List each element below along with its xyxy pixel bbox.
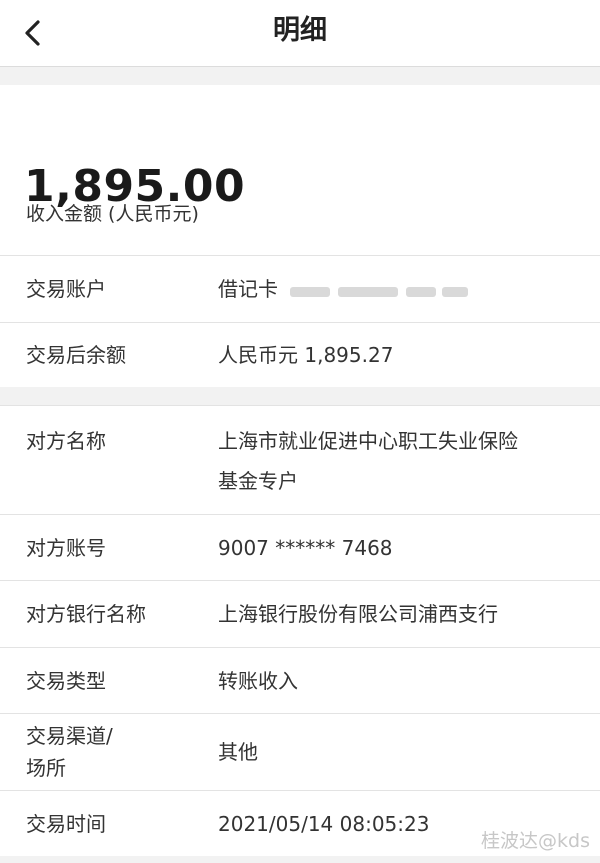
counterparty-section: 对方名称 上海市就业促进中心职工失业保险 基金专户 对方账号 9007 ****… — [0, 405, 600, 856]
row-label: 交易时间 — [26, 811, 106, 836]
row-label: 交易后余额 — [26, 343, 126, 367]
channel-label-line1: 交易渠道/ — [26, 724, 113, 748]
page-title: 明细 — [273, 15, 327, 46]
row-value: 其他 — [218, 740, 258, 764]
row-value: 转账收入 — [218, 668, 298, 693]
amount-card: 收入金额 (人民币元) 1,895.00 — [0, 85, 600, 255]
row-label: 交易类型 — [26, 668, 106, 693]
row-value: 上海市就业促进中心职工失业保险 基金专户 — [218, 421, 576, 501]
detail-row-balance: 交易后余额 人民币元 1,895.27 — [0, 322, 600, 387]
account-type: 借记卡 — [218, 277, 278, 301]
counterparty-name-line1: 上海市就业促进中心职工失业保险 — [218, 429, 518, 453]
nav-bar: 明细 — [0, 0, 600, 67]
row-label: 对方账号 — [26, 535, 106, 560]
row-value: 借记卡 — [218, 269, 576, 309]
row-label: 对方名称 — [26, 429, 106, 453]
amount-value: 1,895.00 — [24, 161, 246, 212]
detail-row-counterparty-bank: 对方银行名称 上海银行股份有限公司浦西支行 — [0, 580, 600, 647]
detail-row-transaction-type: 交易类型 转账收入 — [0, 647, 600, 713]
masked-account-number — [290, 281, 470, 301]
row-label: 交易渠道/ 场所 — [26, 720, 218, 784]
detail-row-channel: 交易渠道/ 场所 其他 — [0, 713, 600, 790]
channel-label-line2: 场所 — [26, 756, 66, 780]
detail-row-account: 交易账户 借记卡 — [0, 255, 600, 322]
row-label: 交易账户 — [26, 277, 106, 301]
account-section: 交易账户 借记卡 交易后余额 人民币元 1,895.27 — [0, 255, 600, 387]
back-button[interactable] — [18, 17, 50, 49]
row-value: 9007 ****** 7468 — [218, 535, 393, 560]
chevron-left-icon — [25, 20, 40, 46]
row-value: 上海银行股份有限公司浦西支行 — [218, 602, 498, 626]
row-value: 人民币元 1,895.27 — [218, 343, 394, 367]
detail-row-counterparty-account: 对方账号 9007 ****** 7468 — [0, 514, 600, 580]
watermark: 桂波达@kds — [481, 830, 590, 852]
row-label: 对方银行名称 — [26, 602, 146, 626]
detail-row-counterparty-name: 对方名称 上海市就业促进中心职工失业保险 基金专户 — [0, 405, 600, 514]
counterparty-name-line2: 基金专户 — [218, 469, 298, 493]
